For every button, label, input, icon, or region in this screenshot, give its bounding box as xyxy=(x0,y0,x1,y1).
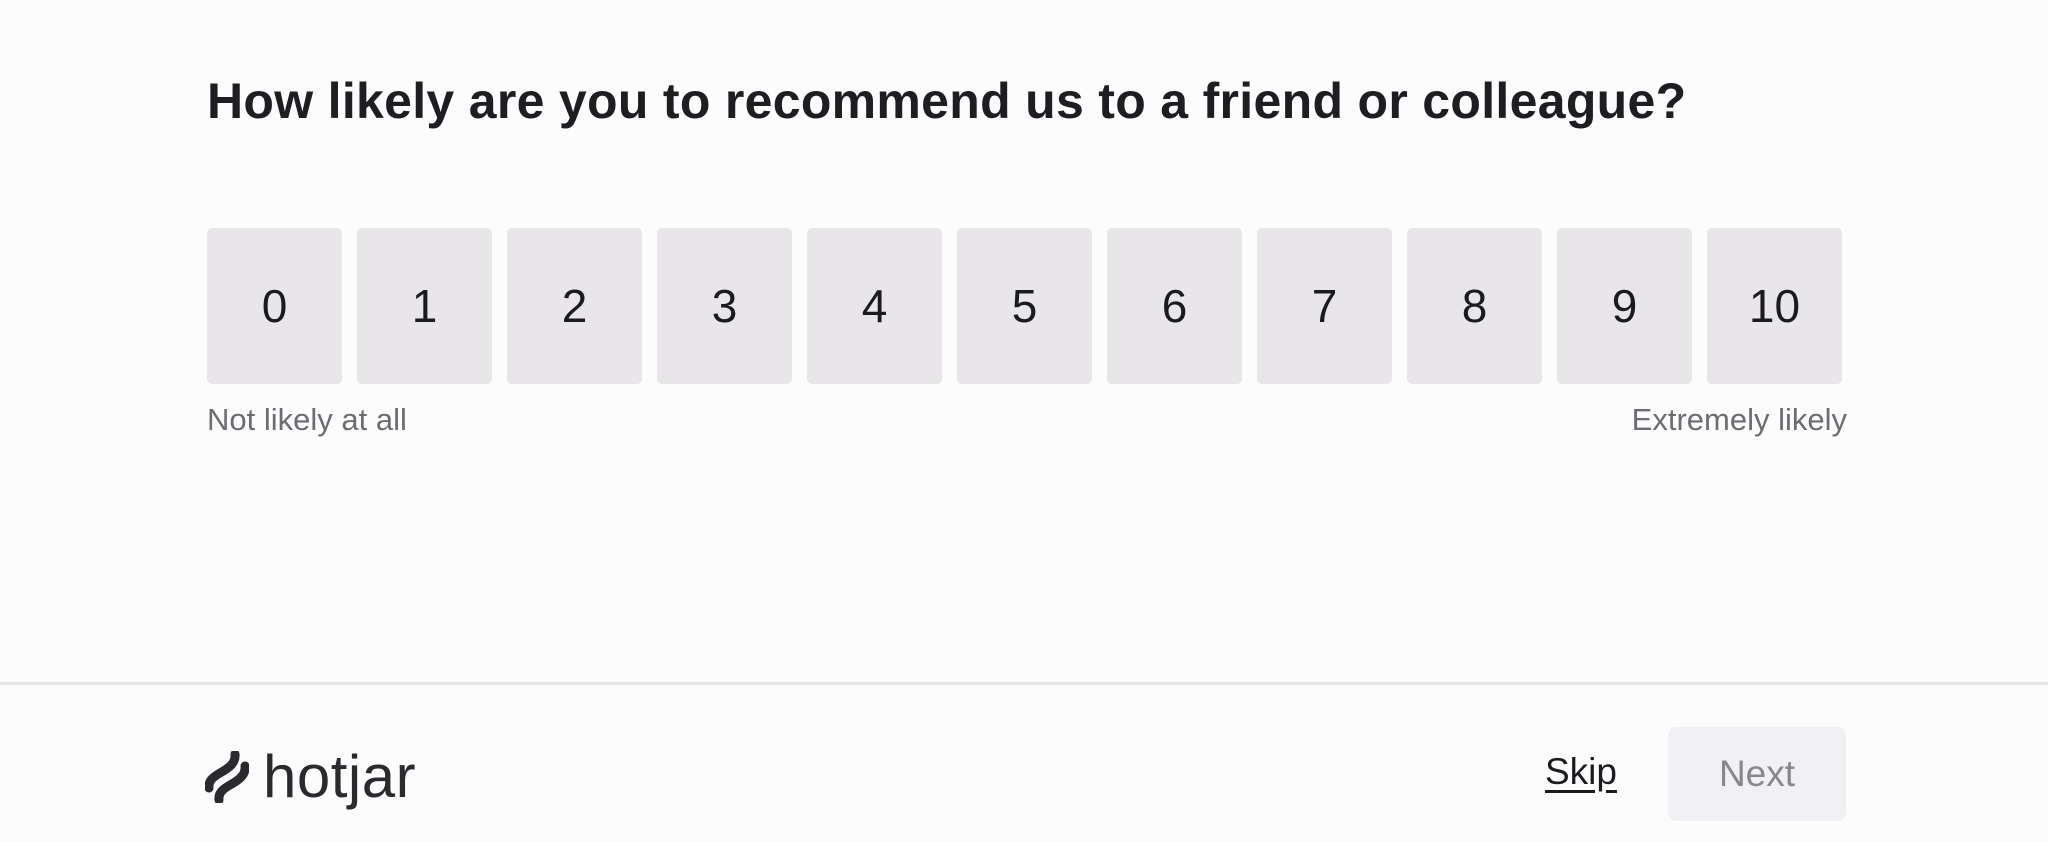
score-button-3[interactable]: 3 xyxy=(657,228,792,384)
survey-footer: hotjar Skip Next xyxy=(0,685,2048,842)
score-button-2[interactable]: 2 xyxy=(507,228,642,384)
score-button-10[interactable]: 10 xyxy=(1707,228,1842,384)
survey-question: How likely are you to recommend us to a … xyxy=(207,73,1687,129)
score-button-7[interactable]: 7 xyxy=(1257,228,1392,384)
scale-labels: Not likely at all Extremely likely xyxy=(207,402,1847,438)
score-button-0[interactable]: 0 xyxy=(207,228,342,384)
scale-low-label: Not likely at all xyxy=(207,402,407,437)
score-button-1[interactable]: 1 xyxy=(357,228,492,384)
score-button-4[interactable]: 4 xyxy=(807,228,942,384)
score-button-6[interactable]: 6 xyxy=(1107,228,1242,384)
hotjar-logo-icon xyxy=(205,751,249,803)
score-button-9[interactable]: 9 xyxy=(1557,228,1692,384)
brand-name: hotjar xyxy=(263,743,417,810)
next-button[interactable]: Next xyxy=(1668,727,1846,821)
skip-link[interactable]: Skip xyxy=(1545,751,1617,793)
hotjar-logo: hotjar xyxy=(205,747,416,807)
scale-high-label: Extremely likely xyxy=(1631,402,1847,437)
score-scale: 0 1 2 3 4 5 6 7 8 9 10 xyxy=(207,228,1842,384)
nps-survey: How likely are you to recommend us to a … xyxy=(0,0,2048,842)
score-button-5[interactable]: 5 xyxy=(957,228,1092,384)
score-button-8[interactable]: 8 xyxy=(1407,228,1542,384)
